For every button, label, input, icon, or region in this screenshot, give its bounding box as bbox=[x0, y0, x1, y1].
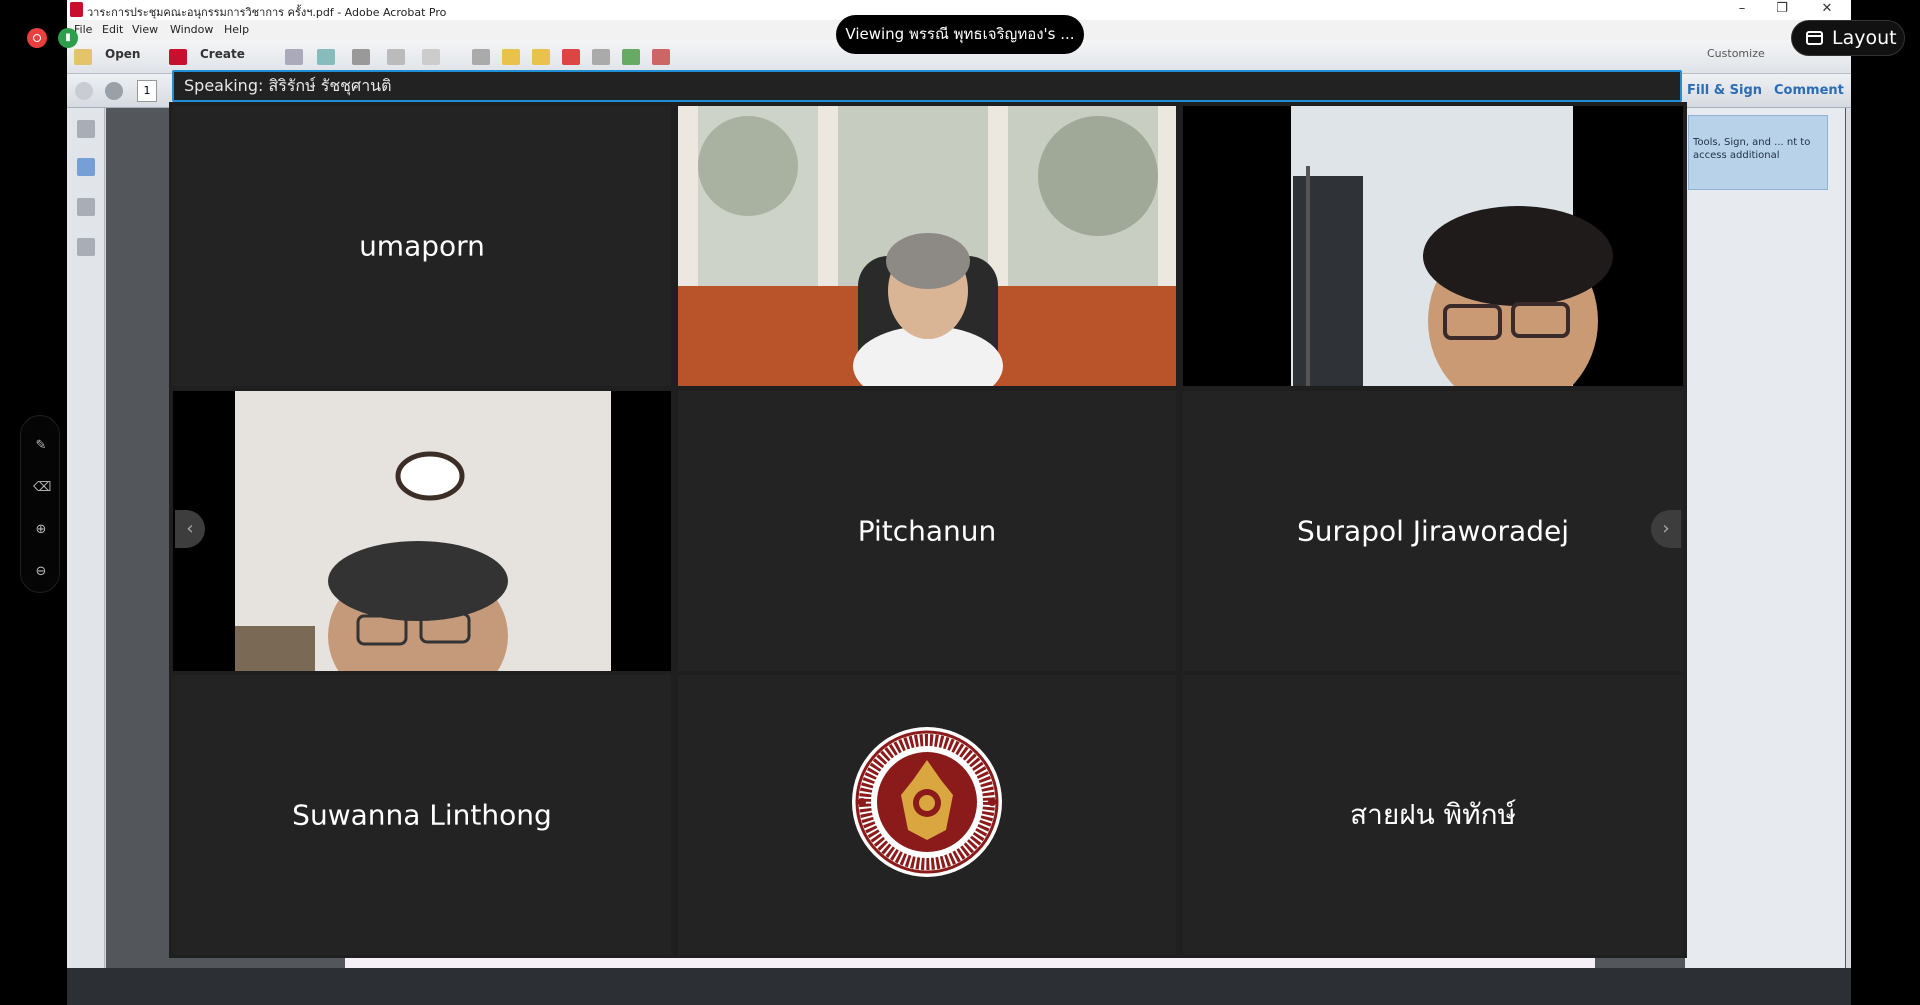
stats-icon[interactable]: ▮ bbox=[58, 28, 78, 48]
participant-tile[interactable]: Suwanna Linthong bbox=[173, 675, 671, 955]
participant-name: Pitchanun bbox=[857, 514, 997, 548]
menu-window[interactable]: Window bbox=[170, 23, 213, 36]
signature-icon[interactable] bbox=[77, 238, 95, 256]
menu-edit[interactable]: Edit bbox=[102, 23, 123, 36]
layout-icon bbox=[1806, 31, 1823, 45]
participant-video bbox=[173, 391, 671, 671]
draw-icon[interactable]: ✎ bbox=[33, 438, 49, 454]
institute-seal-logo bbox=[852, 727, 1002, 877]
edit-icon[interactable] bbox=[387, 49, 405, 65]
extract-icon[interactable] bbox=[622, 49, 640, 65]
menu-view[interactable]: View bbox=[132, 23, 158, 36]
participant-tile[interactable]: สายฝน พิทักษ์ bbox=[1183, 675, 1683, 955]
participant-name: Suwanna Linthong bbox=[292, 798, 552, 832]
delete-page-icon[interactable] bbox=[562, 49, 580, 65]
email-icon[interactable] bbox=[422, 49, 440, 65]
next-page-icon[interactable] bbox=[105, 82, 123, 100]
pdf-file-icon bbox=[70, 2, 83, 17]
print-icon[interactable] bbox=[352, 49, 370, 65]
create-pdf-icon bbox=[169, 49, 187, 65]
participant-video-tile[interactable] bbox=[1183, 106, 1683, 386]
folder-icon bbox=[74, 49, 92, 65]
prev-page-icon[interactable] bbox=[75, 82, 93, 100]
layout-label: Layout bbox=[1832, 27, 1897, 49]
bookmark-icon[interactable] bbox=[77, 158, 95, 176]
fill-sign-tab[interactable]: Fill & Sign bbox=[1687, 83, 1762, 98]
zoom-in-icon[interactable]: ⊕ bbox=[33, 522, 49, 538]
layout-button[interactable]: Layout bbox=[1791, 20, 1905, 56]
active-speaker-bar: Speaking: สิริรักษ์ รัชชุศานติ bbox=[172, 70, 1682, 102]
save-icon[interactable] bbox=[285, 49, 303, 65]
annotation-toolbar: ✎ ⌫ ⊕ ⊖ bbox=[20, 415, 60, 593]
participant-tile[interactable]: umaporn bbox=[173, 106, 671, 386]
participant-video bbox=[678, 106, 1176, 386]
close-icon[interactable]: ✕ bbox=[1807, 0, 1847, 18]
page-number-input[interactable]: 1 bbox=[137, 80, 157, 102]
zoom-out-icon[interactable]: ⊖ bbox=[33, 564, 49, 580]
acrobat-sidebar bbox=[67, 108, 105, 968]
participant-name: Surapol Jiraworadej bbox=[1297, 514, 1569, 548]
viewing-share-banner[interactable]: Viewing พรรณี พุทธเจริญทอง's ... bbox=[836, 15, 1084, 54]
next-page-arrow[interactable]: › bbox=[1651, 510, 1681, 548]
rotate-icon[interactable] bbox=[592, 49, 610, 65]
participant-name: สายฝน พิทักษ์ bbox=[1350, 798, 1516, 831]
upload-icon[interactable] bbox=[317, 49, 335, 65]
participant-tile[interactable]: Surapol Jiraworadej bbox=[1183, 391, 1683, 671]
open-button[interactable]: Open bbox=[105, 47, 140, 61]
attachment-icon[interactable] bbox=[77, 198, 95, 216]
participant-tile[interactable]: Pitchanun bbox=[678, 391, 1176, 671]
participant-video bbox=[1183, 106, 1683, 386]
acrobat-right-pane bbox=[1685, 108, 1845, 968]
participant-video-tile[interactable] bbox=[678, 106, 1176, 386]
comment-icon[interactable] bbox=[502, 49, 520, 65]
acrobat-title: วาระการประชุมคณะอนุกรรมการวิชาการ ครั้งฯ… bbox=[87, 6, 447, 19]
crop-icon[interactable] bbox=[652, 49, 670, 65]
settings-icon[interactable] bbox=[472, 49, 490, 65]
tools-tip: Tools, Sign, and ... nt to access additi… bbox=[1688, 115, 1828, 190]
participant-video-tile[interactable] bbox=[173, 391, 671, 671]
restore-icon[interactable]: ❐ bbox=[1762, 0, 1802, 18]
pdf-page-edge bbox=[345, 958, 1595, 968]
pages-icon[interactable] bbox=[77, 120, 95, 138]
customize-button[interactable]: Customize bbox=[1707, 47, 1765, 60]
participant-name: umaporn bbox=[359, 229, 485, 263]
eraser-icon[interactable]: ⌫ bbox=[33, 480, 51, 496]
comment-tab[interactable]: Comment bbox=[1774, 83, 1844, 98]
menu-help[interactable]: Help bbox=[224, 23, 249, 36]
bottom-bar bbox=[67, 968, 1851, 1005]
minimize-icon[interactable]: – bbox=[1722, 0, 1762, 18]
recording-icon[interactable] bbox=[27, 28, 47, 48]
participant-logo-tile[interactable] bbox=[678, 675, 1176, 955]
highlight-icon[interactable] bbox=[532, 49, 550, 65]
gallery-view: umaporn Pitchanun Surapol Jiraworadej Su… bbox=[169, 102, 1687, 958]
create-button[interactable]: Create bbox=[200, 47, 245, 61]
